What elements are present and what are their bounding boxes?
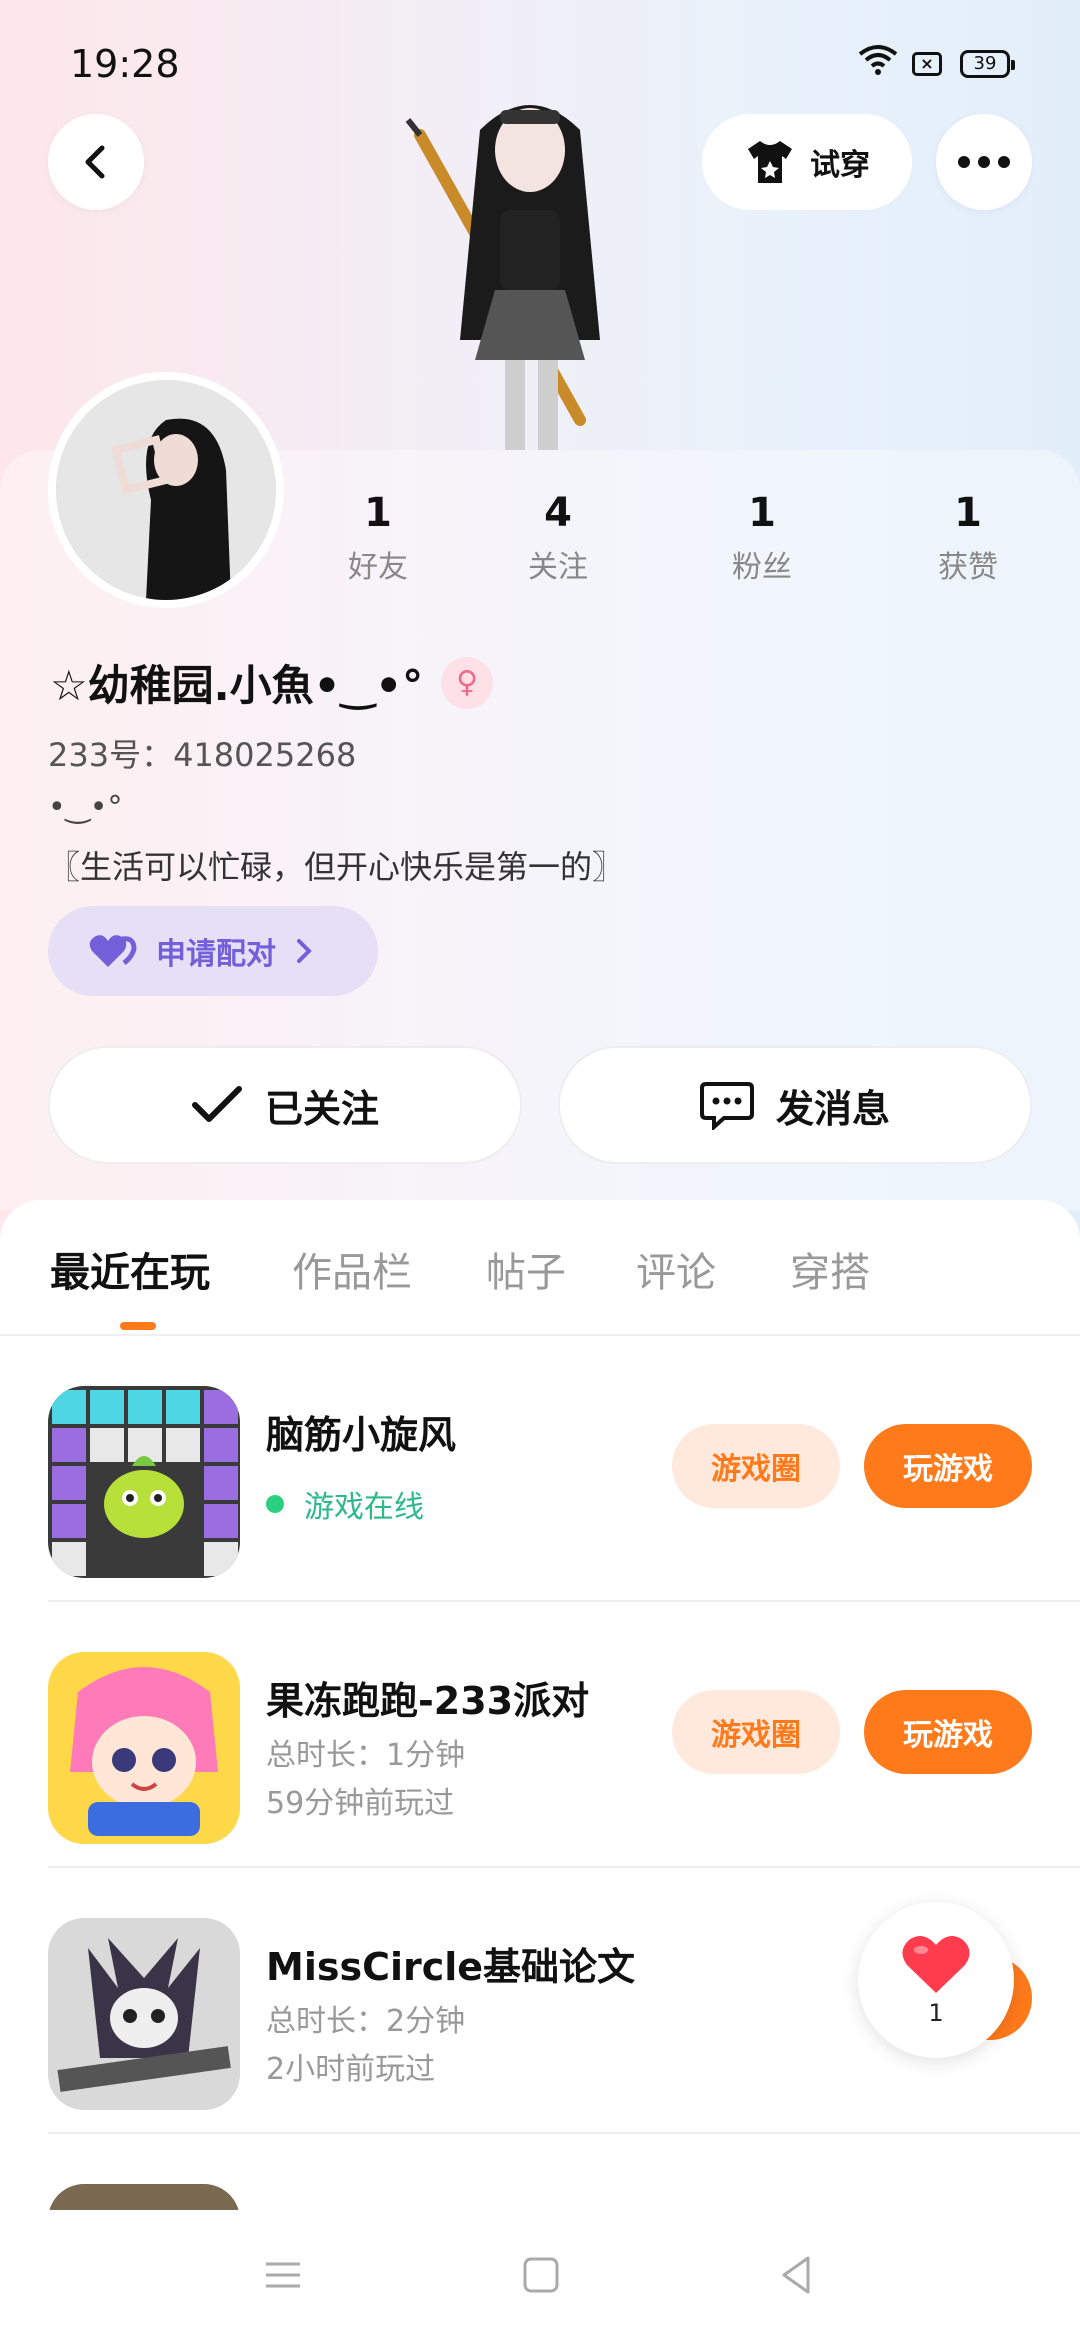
- battery-level: 39: [973, 53, 997, 74]
- like-count: 1: [928, 1999, 944, 2027]
- game-icon: [48, 1386, 240, 1578]
- stat-label: 获赞: [938, 550, 998, 585]
- floating-like-button[interactable]: 1: [858, 1902, 1014, 2058]
- more-options-button[interactable]: [936, 114, 1032, 210]
- play-game-button[interactable]: 玩游戏: [864, 1690, 1032, 1774]
- avatar-image: [56, 380, 276, 600]
- stat-friends[interactable]: 1 好友: [308, 490, 448, 586]
- status-time: 19:28: [70, 42, 180, 86]
- signature-line-1: •‿•°: [48, 790, 123, 825]
- stat-count: 1: [748, 490, 776, 536]
- back-button[interactable]: [48, 114, 144, 210]
- nickname-text: ☆幼稚园.小魚•‿•°: [50, 661, 424, 710]
- stat-count: 1: [954, 490, 982, 536]
- send-message-label: 发消息: [775, 1086, 890, 1131]
- battery-indicator: 39: [960, 50, 1015, 78]
- last-played: 2小时前玩过: [266, 2052, 436, 2087]
- chevron-right-icon: [297, 939, 312, 963]
- nickname: ☆幼稚园.小魚•‿•° ♀: [50, 652, 494, 713]
- game-circle-button[interactable]: 游戏圈: [672, 1690, 840, 1774]
- home-square-icon[interactable]: [516, 2250, 566, 2300]
- avatar-3d-figure: [405, 105, 600, 450]
- stat-count: 4: [544, 490, 572, 536]
- heart-pair-icon: [89, 935, 137, 967]
- stat-following[interactable]: 4 关注: [488, 490, 628, 586]
- request-pair-label: 申请配对: [156, 937, 276, 972]
- avatar[interactable]: [48, 372, 284, 608]
- user-id: 233号：418025268: [48, 736, 357, 774]
- tab-posts[interactable]: 帖子: [486, 1240, 566, 1298]
- tab-outfits[interactable]: 穿搭: [790, 1240, 870, 1298]
- active-tab-indicator: [120, 1322, 156, 1330]
- chat-bubble-icon: [699, 1082, 754, 1130]
- profile-tabs: 最近在玩 作品栏 帖子 评论 穿搭: [0, 1200, 1080, 1336]
- tab-comments[interactable]: 评论: [636, 1240, 716, 1298]
- total-play-time: 总时长：2分钟: [266, 2004, 466, 2039]
- system-nav-bar: [0, 2210, 1080, 2340]
- tab-recent-play[interactable]: 最近在玩: [50, 1240, 210, 1298]
- following-label: 已关注: [264, 1086, 379, 1131]
- game-row[interactable]: 果冻跑跑-233派对 总时长：1分钟 59分钟前玩过 游戏圈 玩游戏: [0, 1602, 1080, 1868]
- try-on-label: 试穿: [810, 148, 870, 183]
- stat-fans[interactable]: 1 粉丝: [692, 490, 832, 586]
- game-title: 果冻跑跑-233派对: [266, 1679, 590, 1723]
- more-dots-icon: [958, 156, 1010, 168]
- stat-label: 好友: [348, 550, 408, 585]
- game-circle-button[interactable]: 游戏圈: [672, 1424, 840, 1508]
- send-message-button[interactable]: 发消息: [558, 1046, 1032, 1164]
- game-icon: [48, 1652, 240, 1844]
- wifi-icon: [858, 45, 898, 75]
- game-row[interactable]: 脑筋小旋风 游戏在线 游戏圈 玩游戏: [0, 1336, 1080, 1602]
- stat-likes[interactable]: 1 获赞: [898, 490, 1038, 586]
- online-dot-icon: [266, 1495, 284, 1513]
- menu-icon[interactable]: [258, 2250, 308, 2300]
- game-row[interactable]: [0, 2134, 1080, 2210]
- online-label: 游戏在线: [304, 1490, 424, 1525]
- stat-label: 关注: [528, 550, 588, 585]
- total-play-time: 总时长：1分钟: [266, 1738, 466, 1773]
- stat-count: 1: [364, 490, 392, 536]
- play-game-button[interactable]: 玩游戏: [864, 1424, 1032, 1508]
- heart-icon: [902, 1936, 970, 1993]
- female-icon: ♀: [441, 656, 494, 709]
- check-icon: [191, 1086, 242, 1122]
- following-button[interactable]: 已关注: [48, 1046, 522, 1164]
- no-sim-icon: ×: [912, 52, 942, 76]
- game-title: MissCircle基础论文: [266, 1945, 636, 1989]
- try-on-button[interactable]: 试穿: [702, 114, 912, 210]
- game-icon: [48, 2184, 240, 2210]
- stat-label: 粉丝: [732, 550, 792, 585]
- chevron-left-icon: [85, 145, 105, 179]
- last-played: 59分钟前玩过: [266, 1786, 455, 1821]
- request-pair-button[interactable]: 申请配对: [48, 906, 378, 996]
- signature-line-2: 〖生活可以忙碌，但开心快乐是第一的〗: [48, 848, 625, 886]
- game-icon: [48, 1918, 240, 2110]
- back-triangle-icon[interactable]: [772, 2250, 822, 2300]
- online-status: 游戏在线: [266, 1482, 424, 1526]
- tshirt-icon: [748, 141, 792, 183]
- tab-works[interactable]: 作品栏: [292, 1240, 412, 1298]
- game-title: 脑筋小旋风: [266, 1413, 457, 1457]
